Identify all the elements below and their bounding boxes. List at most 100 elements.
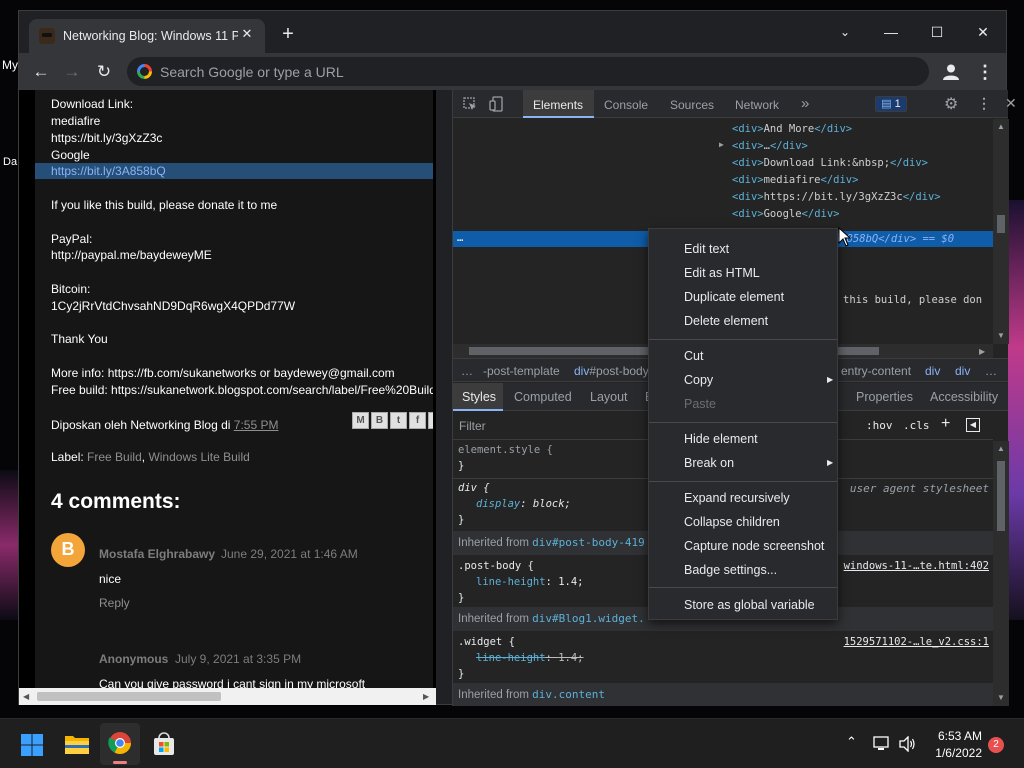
scroll-down-icon[interactable]: ▼ xyxy=(997,693,1005,702)
menu-item-break-on[interactable]: Break on ▶ xyxy=(684,456,834,470)
menu-item-capture-node-screenshot[interactable]: Capture node screenshot xyxy=(684,539,824,553)
new-tab-button[interactable]: + xyxy=(279,24,297,44)
address-input[interactable] xyxy=(160,62,860,81)
menu-item-duplicate-element[interactable]: Duplicate element xyxy=(684,290,784,304)
issues-badge[interactable]: ▤ 1 xyxy=(875,96,907,112)
label-link[interactable]: Windows Lite Build xyxy=(148,450,249,464)
scroll-thumb[interactable] xyxy=(997,215,1005,233)
minimize-button[interactable]: — xyxy=(868,17,914,47)
stylesheet-link[interactable]: windows-11-…te.html:402 xyxy=(844,560,989,572)
dom-node-partial[interactable]: this build, please don xyxy=(843,294,982,306)
chrome-taskbar-button[interactable] xyxy=(100,723,140,765)
store-icon[interactable] xyxy=(152,732,176,756)
dom-node[interactable]: <div>Google</div> xyxy=(732,208,839,220)
settings-gear-icon[interactable]: ⚙ xyxy=(944,94,958,114)
breadcrumb-item[interactable]: entry-content xyxy=(841,364,911,378)
post-line[interactable]: More info: https://fb.com/sukanetworks o… xyxy=(51,366,395,380)
breadcrumb-more[interactable]: … xyxy=(985,364,997,378)
post-link[interactable]: http://paypal.me/baydeweyME xyxy=(51,248,212,262)
comment-author[interactable]: Mostafa Elghrabawy xyxy=(99,547,215,561)
menu-item-cut[interactable]: Cut xyxy=(684,349,703,363)
menu-item-hide-element[interactable]: Hide element xyxy=(684,432,758,446)
notification-badge[interactable]: 2 xyxy=(988,737,1004,753)
reload-button[interactable]: ↻ xyxy=(92,61,116,83)
maximize-button[interactable]: ☐ xyxy=(914,17,960,47)
scroll-up-icon[interactable]: ▲ xyxy=(997,444,1005,453)
overridden-declaration[interactable]: line-height: 1.4; xyxy=(476,652,584,664)
forward-button[interactable]: → xyxy=(60,61,84,83)
expand-arrow-icon[interactable]: ▶ xyxy=(719,140,724,149)
facebook-share-icon[interactable]: f xyxy=(409,412,426,429)
menu-item-store-as-global-variable[interactable]: Store as global variable xyxy=(684,598,815,612)
menu-item-expand-recursively[interactable]: Expand recursively xyxy=(684,491,790,505)
scroll-right-icon[interactable]: ▶ xyxy=(423,692,429,701)
twitter-share-icon[interactable]: t xyxy=(390,412,407,429)
tab-network[interactable]: Network xyxy=(735,98,779,112)
hover-state-toggle[interactable]: :hov xyxy=(866,419,893,432)
posted-time[interactable]: 7:55 PM xyxy=(234,418,279,432)
close-window-button[interactable]: ✕ xyxy=(960,17,1006,47)
dom-node[interactable]: <div>https://bit.ly/3gXzZ3c</div> xyxy=(732,191,941,203)
post-line[interactable]: Free build: https://sukanetwork.blogspot… xyxy=(51,383,433,397)
more-menu-icon[interactable]: ⋮ xyxy=(975,61,995,83)
dom-node[interactable]: <div>…</div> xyxy=(732,140,808,152)
back-button[interactable]: ← xyxy=(29,61,53,83)
tab-sources[interactable]: Sources xyxy=(670,98,714,112)
dom-vertical-scrollbar[interactable]: ▲ ▼ xyxy=(993,119,1009,344)
page-horizontal-scrollbar[interactable]: ◀ ▶ xyxy=(19,688,436,705)
style-declaration[interactable]: display: block; xyxy=(476,498,571,510)
menu-item-copy[interactable]: Copy ▶ xyxy=(684,373,834,387)
volume-icon[interactable] xyxy=(898,736,916,752)
inherited-selector-link[interactable]: div#Blog1.widget. xyxy=(532,612,645,625)
email-share-icon[interactable]: M xyxy=(352,412,369,429)
tab-elements[interactable]: Elements xyxy=(533,98,583,112)
stylesheet-link[interactable]: 1529571102-…le_v2.css:1 xyxy=(844,636,989,648)
inspect-element-icon[interactable] xyxy=(463,97,477,111)
post-link[interactable]: https://bit.ly/3gXzZ3c xyxy=(51,131,162,145)
highlighted-link[interactable]: https://bit.ly/3A858bQ xyxy=(35,163,433,179)
more-tabs-icon[interactable]: » xyxy=(801,95,809,112)
close-tab-icon[interactable]: ✕ xyxy=(239,26,255,42)
breadcrumb-item[interactable]: div xyxy=(925,364,940,378)
label-link[interactable]: Free Build xyxy=(87,450,142,464)
device-toolbar-icon[interactable] xyxy=(489,96,503,112)
breadcrumb-item[interactable]: div#post-body xyxy=(574,364,649,378)
scroll-up-icon[interactable]: ▲ xyxy=(997,122,1005,131)
node-more-icon[interactable]: … xyxy=(457,232,463,244)
styles-filter-input[interactable] xyxy=(459,418,659,434)
tab-computed[interactable]: Computed xyxy=(514,390,572,404)
scroll-thumb[interactable] xyxy=(997,461,1005,531)
scroll-thumb[interactable] xyxy=(37,692,221,701)
tab-search-icon[interactable]: ⌄ xyxy=(822,17,868,47)
desktop-icon-label[interactable]: Da xyxy=(3,156,17,168)
scroll-right-icon[interactable]: ▶ xyxy=(979,347,985,356)
devtools-menu-icon[interactable]: ⋮ xyxy=(977,95,991,112)
new-style-rule-icon[interactable]: + xyxy=(941,415,950,433)
inherited-selector-link[interactable]: div.content xyxy=(532,688,605,701)
show-hidden-icons-chevron-icon[interactable]: ⌃ xyxy=(846,734,857,750)
dom-node[interactable]: <div>And More</div> xyxy=(732,123,852,135)
clock-date[interactable]: 1/6/2022 xyxy=(920,746,982,760)
inherited-selector-link[interactable]: div#post-body-419 xyxy=(532,536,645,549)
rule-selector[interactable]: div { xyxy=(458,482,490,494)
menu-item-edit-text[interactable]: Edit text xyxy=(684,242,729,256)
reply-link[interactable]: Reply xyxy=(99,596,130,610)
menu-item-collapse-children[interactable]: Collapse children xyxy=(684,515,780,529)
blog-share-icon[interactable]: B xyxy=(371,412,388,429)
comment-date[interactable]: July 9, 2021 at 3:35 PM xyxy=(175,652,301,666)
network-icon[interactable] xyxy=(873,736,891,752)
breadcrumb-item[interactable]: -post-template xyxy=(483,364,560,378)
class-toggle[interactable]: .cls xyxy=(903,419,930,432)
style-declaration[interactable]: line-height: 1.4; xyxy=(476,576,584,588)
desktop-icon-label[interactable]: My xyxy=(2,58,18,72)
start-button-icon[interactable] xyxy=(20,733,44,757)
rule-selector[interactable]: .post-body { xyxy=(458,560,534,572)
tab-layout[interactable]: Layout xyxy=(590,390,628,404)
toggle-sidebar-icon[interactable]: ◀ xyxy=(966,418,980,432)
tab-properties[interactable]: Properties xyxy=(856,390,913,404)
breadcrumb-item[interactable]: div xyxy=(955,364,970,378)
browser-tab[interactable]: Networking Blog: Windows 11 Pr ✕ xyxy=(29,19,265,53)
scroll-down-icon[interactable]: ▼ xyxy=(997,331,1005,340)
file-explorer-icon[interactable] xyxy=(64,733,90,755)
dom-node[interactable]: <div>mediafire</div> xyxy=(732,174,858,186)
